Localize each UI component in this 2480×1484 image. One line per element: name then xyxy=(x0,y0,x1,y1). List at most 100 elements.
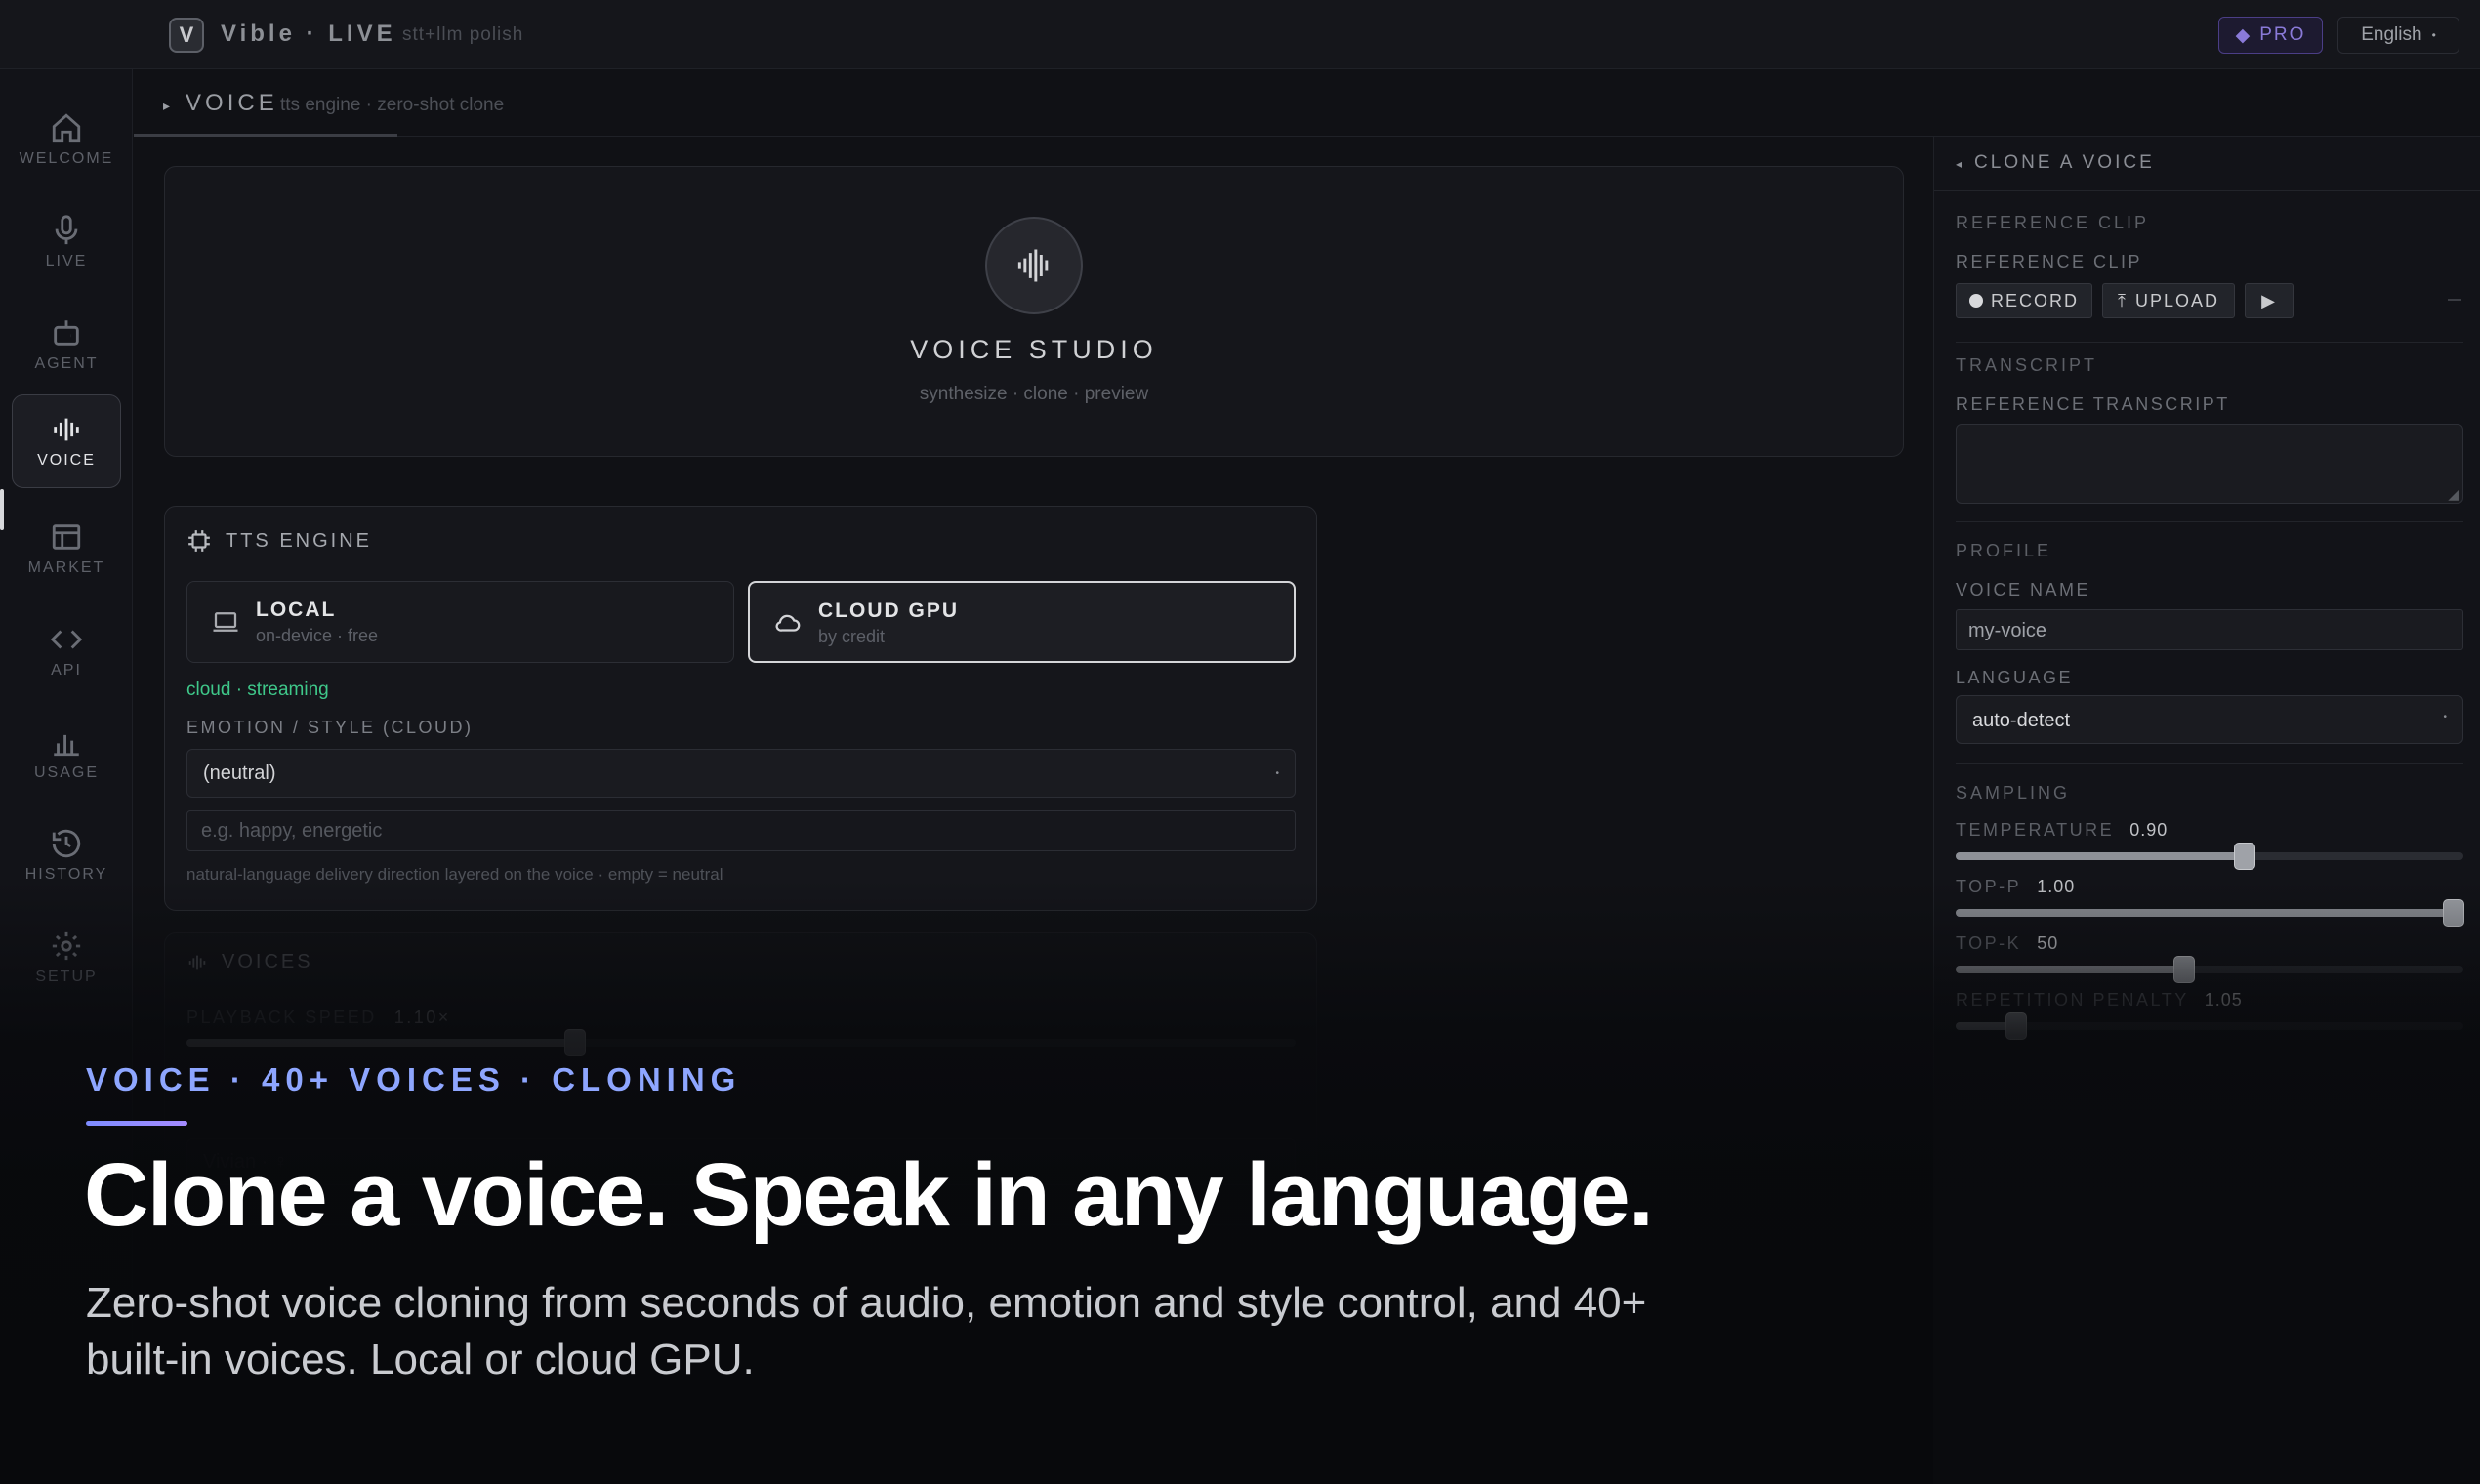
style-input[interactable]: e.g. happy, energetic xyxy=(186,810,1296,851)
language-select[interactable]: auto-detect • xyxy=(1956,695,2463,744)
playback-speed-label: PLAYBACK SPEED 1.10× xyxy=(186,1008,451,1027)
reference-section: REFERENCE CLIP xyxy=(1956,213,2150,232)
promo-subline: Zero-shot voice cloning from seconds of … xyxy=(86,1279,1647,1383)
breadcrumb: ▸ VOICE tts engine · zero-shot clone xyxy=(134,70,2480,137)
sidebar-item-live[interactable]: LIVE xyxy=(12,195,121,289)
record-dot-icon xyxy=(1968,294,1983,308)
transcript-textarea[interactable]: ◢ xyxy=(1956,424,2463,504)
chip-icon xyxy=(188,530,210,552)
diamond-icon: ◆ xyxy=(2235,24,2253,46)
reference-label: REFERENCE CLIP xyxy=(1956,252,2143,271)
top-k-slider[interactable] xyxy=(1956,956,2463,983)
sidebar-item-label: MARKET xyxy=(27,559,105,576)
cloud-icon xyxy=(775,614,801,632)
sampling-section: SAMPLING xyxy=(1956,783,2071,803)
engine-cloud-sub: by credit xyxy=(818,627,886,646)
play-icon: ▶ xyxy=(2261,290,2277,310)
robot-icon xyxy=(54,320,79,346)
create-voice-button[interactable]: $ ✽ CREATE VOICE xyxy=(1956,1203,2463,1242)
transcript-section: TRANSCRIPT xyxy=(1956,355,2098,375)
top-p-slider[interactable] xyxy=(1956,899,2464,927)
engine-cloud-option[interactable]: CLOUD GPU by credit xyxy=(748,581,1296,663)
waveform-icon xyxy=(188,955,206,969)
transcript-label: REFERENCE TRANSCRIPT xyxy=(1956,394,2230,414)
emotion-label: EMOTION / STYLE (CLOUD) xyxy=(186,718,474,737)
engine-cloud-title: CLOUD GPU xyxy=(818,599,959,622)
record-button[interactable]: RECORD xyxy=(1956,283,2092,318)
slider-thumb[interactable] xyxy=(2234,843,2256,870)
store-icon xyxy=(52,524,81,550)
sidebar-item-label: SETUP xyxy=(35,969,98,985)
app-subtitle: stt+llm polish xyxy=(402,24,524,45)
slider-thumb[interactable] xyxy=(563,1029,586,1056)
slider-fill xyxy=(1956,852,2246,860)
sidebar-item-agent[interactable]: AGENT xyxy=(12,298,121,392)
language-value: auto-detect xyxy=(1972,710,2071,731)
voice-studio-header: VOICE STUDIO synthesize · clone · previe… xyxy=(164,166,1904,457)
style-hint: natural-language delivery direction laye… xyxy=(186,865,723,884)
bar-chart-icon xyxy=(54,734,79,757)
sidebar-item-label: AGENT xyxy=(34,355,99,372)
laptop-icon xyxy=(213,612,238,632)
sidebar-item-label: API xyxy=(51,662,82,679)
sidebar-item-label: HISTORY xyxy=(24,866,108,883)
clone-panel-header: ◂ CLONE A VOICE xyxy=(1934,137,2480,191)
slider-fill xyxy=(1956,966,2184,973)
sidebar-item-label: VOICE xyxy=(37,452,96,469)
top-p-label: TOP-P 1.00 xyxy=(1956,877,2076,896)
sidebar-item-voice[interactable]: VOICE xyxy=(12,394,121,488)
slider-thumb[interactable] xyxy=(2173,956,2195,983)
code-icon xyxy=(50,630,83,649)
play-button[interactable]: ▶ xyxy=(2245,283,2294,318)
temperature-slider[interactable] xyxy=(1956,843,2463,870)
page-title: ▸ VOICE xyxy=(163,90,278,116)
caret-icon: ▸ xyxy=(163,98,175,113)
voice-name-input[interactable]: my-voice xyxy=(1956,609,2463,650)
slider-thumb[interactable] xyxy=(2005,1012,2028,1040)
sidebar: WELCOME LIVE AGENT VOICE MARKET API USAG… xyxy=(0,69,133,1484)
language-select[interactable]: English • xyxy=(2337,17,2459,54)
app-window: V Vible · LIVE stt+llm polish ◆ PRO Engl… xyxy=(0,0,2480,1484)
divider xyxy=(1956,763,2463,764)
caret-icon: ◂ xyxy=(1956,157,1965,171)
style-placeholder: e.g. happy, energetic xyxy=(201,819,383,842)
playback-speed-slider[interactable] xyxy=(186,1029,1296,1056)
app-logo: V xyxy=(169,18,204,53)
voice-name-label: VOICE NAME xyxy=(1956,580,2091,599)
sidebar-item-setup[interactable]: SETUP xyxy=(12,911,121,1005)
clone-panel-title: ◂ CLONE A VOICE xyxy=(1956,152,2155,173)
divider xyxy=(1956,342,2463,343)
sidebar-item-api[interactable]: API xyxy=(12,604,121,698)
sidebar-item-usage[interactable]: USAGE xyxy=(12,707,121,801)
sidebar-item-label: WELCOME xyxy=(19,150,114,167)
pro-label: PRO xyxy=(2259,24,2306,45)
pro-badge[interactable]: ◆ PRO xyxy=(2218,17,2323,54)
emotion-select[interactable]: (neutral) • xyxy=(186,749,1296,798)
clone-voice-panel: ◂ CLONE A VOICE REFERENCE CLIP REFERENCE … xyxy=(1933,137,2480,1484)
emotion-value: (neutral) xyxy=(203,762,276,784)
chevron-down-icon: • xyxy=(1275,767,1279,779)
studio-subtitle: synthesize · clone · preview xyxy=(919,384,1149,404)
top-bar: V Vible · LIVE stt+llm polish ◆ PRO Engl… xyxy=(0,0,2480,69)
chevron-down-icon: • xyxy=(2443,712,2447,722)
studio-title: VOICE STUDIO xyxy=(910,335,1158,364)
promo-accent-line xyxy=(86,1121,187,1126)
breadcrumb-underline xyxy=(134,134,397,137)
app-brand: Vible · LIVE xyxy=(221,21,396,47)
sidebar-item-market[interactable]: MARKET xyxy=(12,502,121,596)
repetition-penalty-slider[interactable] xyxy=(1956,1012,2463,1040)
sidebar-item-label: LIVE xyxy=(45,253,88,269)
waveform-icon xyxy=(985,217,1083,314)
sidebar-item-history[interactable]: HISTORY xyxy=(12,808,121,902)
gear-icon xyxy=(52,931,81,961)
engine-local-sub: on-device · free xyxy=(256,626,379,645)
upload-icon: ⤒ xyxy=(2118,290,2128,310)
active-indicator xyxy=(0,489,4,530)
upload-button[interactable]: ⤒ UPLOAD xyxy=(2102,283,2235,318)
sidebar-item-welcome[interactable]: WELCOME xyxy=(12,93,121,186)
engine-local-option[interactable]: LOCAL on-device · free xyxy=(186,581,734,663)
language-label: LANGUAGE xyxy=(1956,668,2074,687)
promo-headline: Clone a voice. Speak in any language. xyxy=(84,1145,1654,1245)
slider-fill xyxy=(186,1039,575,1047)
slider-thumb[interactable] xyxy=(2442,899,2464,927)
